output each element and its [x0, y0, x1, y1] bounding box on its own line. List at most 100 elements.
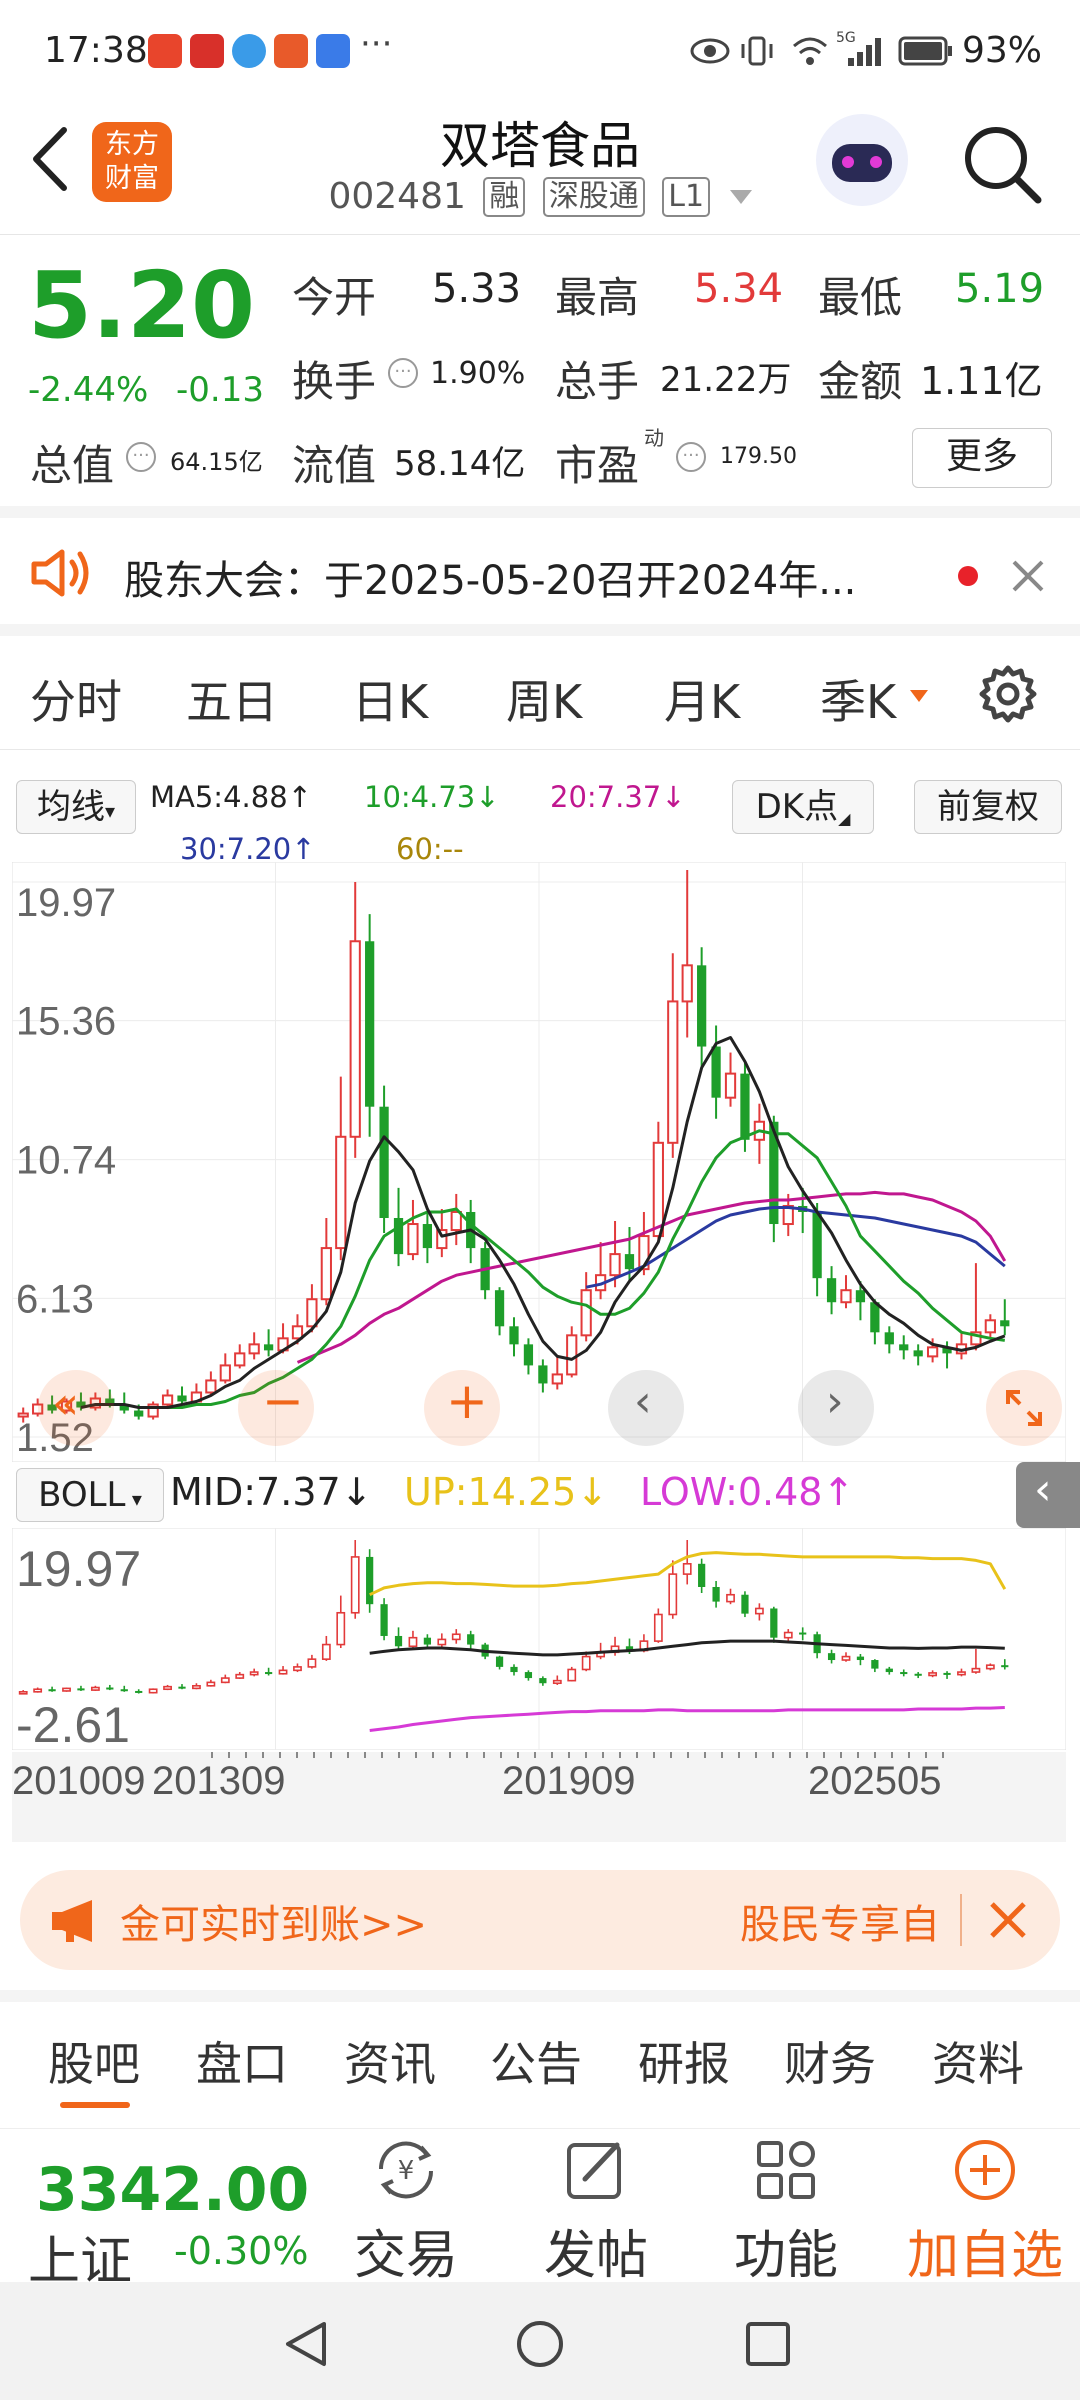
zoom-out-button[interactable]: −	[238, 1370, 314, 1446]
change-percent: -2.44%	[28, 370, 149, 410]
nav-recents-icon[interactable]	[742, 2318, 794, 2370]
trade-button[interactable]: ¥ 交易	[326, 2129, 486, 2286]
candlestick-chart-svg: 19.9715.3610.746.131.52	[12, 862, 1066, 1462]
candle-body	[365, 941, 375, 1107]
candle-body	[740, 1073, 750, 1140]
connect-tag: 深股通	[542, 177, 645, 217]
promo-text[interactable]: 金可实时到账>>	[120, 1892, 460, 1950]
ohlc-body	[293, 1666, 302, 1672]
candle-body	[205, 1379, 217, 1394]
notice-banner[interactable]: 股东大会：于2025-05-20召开2024年...	[0, 518, 1080, 636]
candle-body	[291, 1325, 304, 1340]
ohlc-body	[321, 1643, 331, 1660]
content-tabs: 股吧 盘口 资讯 公告 研报 财务 资料	[0, 2002, 1080, 2122]
search-icon[interactable]	[960, 122, 1044, 206]
candle-body	[234, 1352, 246, 1367]
robot-assistant-icon[interactable]	[816, 114, 908, 206]
ma5-value: MA5:4.88↑	[150, 780, 312, 814]
tab-profile[interactable]: 资料	[932, 2028, 1024, 2094]
candle-body	[219, 1364, 231, 1382]
tab-orderbook[interactable]: 盘口	[196, 2028, 288, 2094]
ohlc-body	[856, 1656, 865, 1661]
amount-value: 1.11亿	[920, 359, 1043, 403]
level-dropdown-icon[interactable]	[729, 190, 752, 204]
ohlc-body	[350, 1556, 360, 1614]
promo-banner[interactable]: 金可实时到账>> 股民专享自	[20, 1870, 1060, 1970]
tab-five-day[interactable]: 五日	[186, 666, 278, 732]
tab-dropdown-icon[interactable]	[910, 690, 928, 702]
ohlc-body	[380, 1604, 388, 1636]
ohlc-body	[437, 1638, 447, 1646]
speaker-icon	[31, 549, 89, 597]
level-tag[interactable]: L1	[662, 177, 711, 217]
sub-y-axis-max: 19.97	[16, 1541, 141, 1597]
unread-dot	[958, 566, 978, 586]
info-icon[interactable]: ···	[388, 358, 418, 388]
svg-text:¥: ¥	[398, 2156, 415, 2186]
dk-point-button[interactable]: DK点◢	[732, 780, 874, 834]
settings-gear-icon[interactable]	[976, 662, 1040, 726]
add-watchlist-button[interactable]: 加自选	[900, 2129, 1070, 2286]
candle-body	[509, 1326, 519, 1345]
ohlc-body	[783, 1631, 793, 1639]
active-tab-underline	[60, 2102, 130, 2108]
close-icon[interactable]	[988, 1900, 1028, 1940]
index-ticker[interactable]: 3342.00 上证 -0.30%	[20, 2139, 340, 2292]
tab-financials[interactable]: 财务	[784, 2028, 876, 2094]
ohlc-body	[1001, 1665, 1009, 1668]
candle-body	[884, 1332, 894, 1345]
more-button[interactable]: 更多	[912, 428, 1052, 488]
tab-daily-k[interactable]: 日K	[352, 666, 428, 732]
boll-chart[interactable]: 19.97 -2.61	[12, 1528, 1066, 1750]
index-value: 3342.00	[36, 2155, 310, 2225]
battery-level: 93%	[962, 30, 1043, 71]
ohlc-body	[106, 1687, 114, 1690]
trade-yuan-icon: ¥	[378, 2141, 434, 2199]
ohlc-body	[770, 1608, 778, 1638]
notice-text[interactable]: 股东大会：于2025-05-20召开2024年...	[124, 548, 856, 606]
more-notifications-icon: ···	[360, 24, 393, 64]
open-label: 今开	[292, 273, 377, 322]
ohlc-body	[62, 1687, 71, 1692]
ohlc-body	[871, 1660, 879, 1669]
post-button[interactable]: 发帖	[516, 2129, 676, 2286]
ma-selector[interactable]: 均线▾	[16, 780, 136, 834]
price-adjust-button[interactable]: 前复权	[914, 780, 1062, 834]
pan-left-fast-button[interactable]: «	[38, 1370, 114, 1446]
info-icon[interactable]: ···	[676, 442, 706, 472]
functions-button[interactable]: 功能	[706, 2129, 866, 2286]
grid-functions-icon	[757, 2141, 815, 2199]
ohlc-body	[18, 1691, 28, 1695]
promo-text-right[interactable]: 股民专享自	[740, 1892, 960, 1950]
ma60-value: 60:--	[396, 832, 464, 866]
info-icon[interactable]: ···	[126, 442, 156, 472]
tab-monthly-k[interactable]: 月K	[664, 666, 740, 732]
tab-quarterly-k[interactable]: 季K	[820, 666, 896, 732]
candle-body	[248, 1343, 260, 1355]
fullscreen-button[interactable]	[986, 1370, 1062, 1446]
pan-left-button[interactable]: ‹	[608, 1370, 684, 1446]
y-axis-label: 6.13	[16, 1277, 94, 1321]
nav-home-icon[interactable]	[514, 2318, 566, 2370]
ohlc-body	[249, 1671, 259, 1676]
tab-news[interactable]: 资讯	[344, 2028, 436, 2094]
tab-announcements[interactable]: 公告	[490, 2028, 582, 2094]
ohlc-body	[135, 1690, 143, 1693]
zoom-in-button[interactable]: +	[424, 1370, 500, 1446]
tab-weekly-k[interactable]: 周K	[506, 666, 582, 732]
candle-body	[349, 940, 361, 1138]
candle-body	[422, 1224, 433, 1249]
candle-body	[711, 1046, 721, 1098]
close-icon[interactable]	[1008, 556, 1048, 596]
ohlc-body	[726, 1593, 735, 1603]
tab-research[interactable]: 研报	[638, 2028, 730, 2094]
system-navigation-bar	[0, 2282, 1080, 2400]
tab-forum[interactable]: 股吧	[48, 2028, 140, 2094]
ohlc-body	[552, 1679, 562, 1685]
tab-intraday[interactable]: 分时	[30, 666, 122, 732]
candlestick-chart[interactable]: 19.97 15.36 10.74 6.13 1.52 « − + ‹ ›	[12, 862, 1066, 1462]
nav-back-icon[interactable]	[280, 2318, 332, 2370]
side-panel-toggle[interactable]: ‹	[1016, 1462, 1080, 1528]
indicator-selector[interactable]: BOLL ▾	[16, 1468, 164, 1522]
pan-right-button[interactable]: ›	[798, 1370, 874, 1446]
